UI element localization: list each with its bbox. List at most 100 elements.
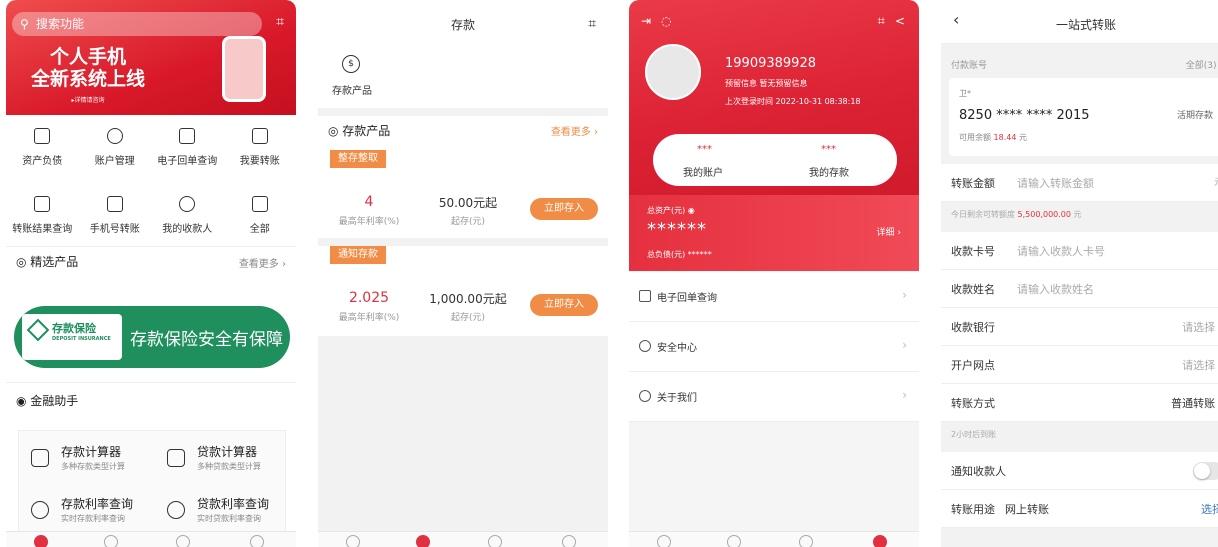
deposit-stars: *** <box>821 144 836 155</box>
diamond-icon <box>26 318 50 342</box>
deposit-calculator[interactable]: 存款计算器 多种存款类型计算 <box>29 443 159 483</box>
home-screen: ⚲ 搜索功能 ⌗ 个人手机 全新系统上线 ▸详情请咨询 资产负债 账户管理 电子… <box>6 0 296 547</box>
divider <box>6 382 296 383</box>
hexagon-icon: ◎ <box>16 255 31 269</box>
info-icon <box>639 390 651 402</box>
tab-mine-icon[interactable] <box>873 535 887 547</box>
section-title: ◎ 存款产品 <box>328 124 391 138</box>
search-input[interactable]: ⚲ 搜索功能 <box>12 12 262 36</box>
user-add-icon <box>179 196 196 212</box>
receipt-icon <box>179 128 196 144</box>
tab-wealth-icon[interactable] <box>727 535 741 547</box>
pay-account-label: 付款账号 <box>951 61 988 71</box>
tab-wealth-icon[interactable] <box>104 535 118 547</box>
assistant-tools: 存款计算器 多种存款类型计算 贷款计算器 多种贷款类型计算 存款利率查询 实时存款利率… <box>18 430 286 540</box>
grid-icon <box>251 196 268 212</box>
payee-bank-select[interactable]: 收款银行请选择 › <box>941 308 1218 346</box>
branch-select[interactable]: 开户网点请选择 › <box>941 346 1218 384</box>
calculator-icon <box>31 449 49 467</box>
account-holder: 卫* <box>959 89 971 98</box>
dollar-coin-icon: $ <box>342 55 360 73</box>
scan-icon[interactable]: ⌗ <box>588 16 596 32</box>
home-banner[interactable]: ⚲ 搜索功能 ⌗ 个人手机 全新系统上线 ▸详情请咨询 <box>6 0 296 115</box>
menu-item-security[interactable]: 安全中心 › <box>629 322 919 372</box>
chevron-right-icon: › <box>902 288 907 302</box>
scan-icon[interactable]: ⌗ <box>276 14 284 30</box>
grid-item-receipt[interactable]: 电子回单查询 <box>151 128 224 167</box>
eye-icon[interactable]: ◉ <box>688 206 695 215</box>
tab-life-icon[interactable] <box>488 535 502 547</box>
grid-item-account[interactable]: 账户管理 <box>79 128 152 167</box>
product-amount-label: 起存(元) <box>450 217 486 227</box>
notify-toggle[interactable] <box>1193 462 1218 480</box>
tab-home-icon[interactable] <box>34 535 48 547</box>
purpose-field[interactable]: 转账用途 网上转账 选择 <box>941 490 1218 528</box>
purpose-select-link[interactable]: 选择 <box>1201 501 1218 517</box>
insurance-slogan: 存款保险安全有保障 <box>130 330 283 350</box>
payee-card-field[interactable]: 收款卡号 请输入收款人卡号 <box>941 232 1218 270</box>
share-icon[interactable]: < <box>895 14 905 28</box>
assets-icon <box>34 128 51 144</box>
transfer-method-select[interactable]: 转账方式 普通转账 › <box>941 384 1218 422</box>
section-more-link[interactable]: 查看更多 › <box>551 123 598 138</box>
product-amount: 50.00元起 <box>438 196 498 210</box>
grid-item-assets[interactable]: 资产负债 <box>6 128 79 167</box>
card-type: 活期存款 <box>1176 111 1213 121</box>
grid-item-transfer-result[interactable]: 转账结果查询 <box>6 196 79 235</box>
menu-item-receipt[interactable]: 电子回单查询 › <box>629 272 919 322</box>
product-rate-label: 最高年利率(%) <box>338 217 400 227</box>
avatar[interactable] <box>645 44 701 100</box>
product-tag: 整存整取 <box>330 150 386 168</box>
grid-item-all[interactable]: 全部 <box>224 196 297 235</box>
receipt-icon <box>639 290 651 302</box>
card-number: 8250 **** **** 2015 <box>959 108 1090 123</box>
detail-link[interactable]: 详细 › <box>877 225 901 238</box>
tab-life-icon[interactable] <box>799 535 813 547</box>
my-deposit-link[interactable]: 我的存款 <box>809 164 849 179</box>
pay-account-all-link[interactable]: 全部(3) › <box>1186 58 1218 71</box>
search-icon: ⚲ <box>20 17 29 31</box>
assets-value: ****** <box>647 219 707 240</box>
tab-home-icon[interactable] <box>657 535 671 547</box>
my-account-link[interactable]: 我的账户 <box>683 164 723 179</box>
last-login: 上次登录时间 2022-10-31 08:38:18 <box>725 97 861 106</box>
featured-more-link[interactable]: 查看更多 › <box>239 255 286 270</box>
message-icon[interactable]: ◌ <box>661 14 671 28</box>
payee-name-field[interactable]: 收款姓名请输入收款姓名▯ <box>941 270 1218 308</box>
chevron-right-icon: › <box>902 388 907 402</box>
tab-wealth-icon[interactable] <box>416 535 430 547</box>
account-stars: *** <box>697 144 712 155</box>
deposit-rate-query[interactable]: 存款利率查询 实时存款利率查询 <box>29 495 159 535</box>
logout-icon[interactable]: ⇥ <box>641 14 651 28</box>
grid-item-phone-transfer[interactable]: 手机号转账 <box>79 196 152 235</box>
grid-item-payees[interactable]: 我的收款人 <box>151 196 224 235</box>
yuan-transfer-icon <box>106 196 123 212</box>
tab-life-icon[interactable] <box>176 535 190 547</box>
deposit-screen: 存款 ⌗ $ 存款产品 ◎ 存款产品 查看更多 › 整存整取 4 最高年利率(%… <box>318 0 608 547</box>
grid-item-transfer[interactable]: 我要转账 <box>224 128 297 167</box>
tab-mine-icon[interactable] <box>250 535 264 547</box>
deposit-header: 存款 ⌗ $ 存款产品 <box>318 0 608 108</box>
profile-screen: ⇥ ◌ ⌗ < 19909389928 预留信息 暂无预留信息 上次登录时间 2… <box>629 0 919 547</box>
scan-icon[interactable]: ⌗ <box>878 14 885 29</box>
reserved-info: 预留信息 暂无预留信息 <box>725 79 808 88</box>
deposit-product-shortcut[interactable]: 存款产品 <box>332 82 372 97</box>
pay-account-card[interactable]: 卫* 8250 **** **** 2015 活期存款 可用余额 18.44 元 <box>949 78 1218 156</box>
quick-grid-row1: 资产负债 账户管理 电子回单查询 我要转账 <box>6 128 296 167</box>
tab-home-icon[interactable] <box>346 535 360 547</box>
product-amount: 1,000.00元起 <box>429 292 507 306</box>
deposit-now-button[interactable]: 立即存入 <box>530 294 598 316</box>
assets-label: 总资产(元) ◉ <box>647 206 695 215</box>
product-rate: 2.025 <box>348 290 390 306</box>
insurance-banner[interactable]: 存款保险 DEPOSIT INSURANCE 存款保险安全有保障 <box>14 306 290 368</box>
amount-field[interactable]: 转账金额请输入转账金额元 <box>941 164 1218 202</box>
loan-calculator[interactable]: 贷款计算器 多种贷款类型计算 <box>165 443 295 483</box>
deposit-now-button[interactable]: 立即存入 <box>530 198 598 220</box>
tab-mine-icon[interactable] <box>562 535 576 547</box>
pie-chart-icon <box>106 128 123 144</box>
product-tag: 通知存款 <box>330 246 386 264</box>
menu-item-about[interactable]: 关于我们 › <box>629 372 919 422</box>
assets-bar: 总资产(元) ◉ ****** 详细 › 总负债(元) ****** <box>629 195 919 271</box>
product-amount-label: 起存(元) <box>450 313 486 323</box>
loan-rate-query[interactable]: 贷款利率查询 实时贷款利率查询 <box>165 495 295 535</box>
